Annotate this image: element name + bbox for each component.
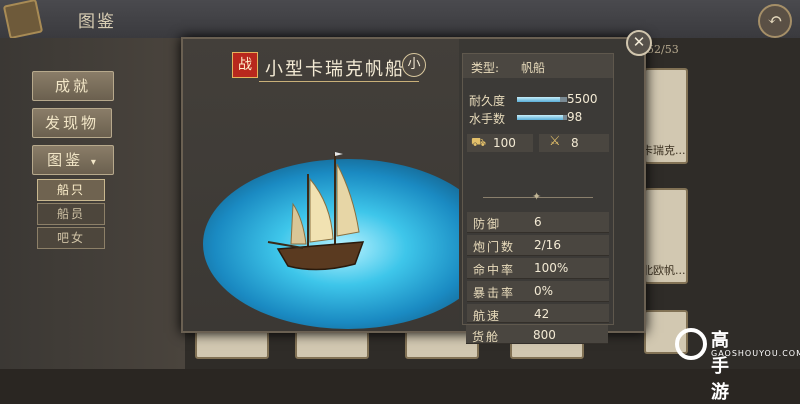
sailors-label: 水手数 xyxy=(469,112,506,126)
nav-achievement-button[interactable]: 成就 xyxy=(32,71,114,101)
codex-book-icon[interactable] xyxy=(2,0,44,40)
stat-row-cargo: 货舱 800 xyxy=(466,325,608,344)
ship-preview: 战 小型卡瑞克帆船 小 xyxy=(183,39,459,331)
nav-codex-label: 图鉴 xyxy=(47,151,84,169)
stat-label: 航速 xyxy=(473,309,502,323)
stat-row-crit-rate: 暴击率 0% xyxy=(467,281,609,302)
stat-row-hit-rate: 命中率 100% xyxy=(467,258,609,279)
sailors-bar xyxy=(517,115,567,120)
watermark-logo-icon xyxy=(675,328,707,360)
type-label: 类型: xyxy=(471,61,500,75)
durability-bar xyxy=(517,97,567,102)
close-button[interactable]: ✕ xyxy=(626,30,652,56)
cannon-small-box: ⚔ 8 xyxy=(539,134,609,152)
ship-name: 小型卡瑞克帆船 xyxy=(265,59,405,80)
stat-row-defense: 防御 6 xyxy=(467,212,609,233)
back-arrow-icon: ↶ xyxy=(767,10,783,31)
nav-sub-crew[interactable]: 船员 xyxy=(37,203,105,225)
stat-label: 炮门数 xyxy=(473,240,516,254)
cargo-small-box: ⛟ 100 xyxy=(467,134,533,152)
sailors-value: 98 xyxy=(567,110,583,124)
ship-card-label: 卡瑞克... xyxy=(642,144,686,157)
ship-card[interactable]: 北欧帆... xyxy=(642,188,688,284)
stat-value: 2/16 xyxy=(534,238,561,252)
durability-value: 5500 xyxy=(567,92,598,106)
stat-value: 800 xyxy=(533,328,556,342)
stat-label: 命中率 xyxy=(473,263,516,277)
watermark-domain: GAOSHOUYOU.COM xyxy=(711,349,800,358)
ship-card-label: 北欧帆... xyxy=(642,264,686,277)
stat-value: 0% xyxy=(534,284,554,298)
ship-model[interactable] xyxy=(263,144,373,274)
ship-size-badge: 小 xyxy=(402,53,426,77)
watermark-brand: 高手游 xyxy=(711,330,730,403)
stats-panel: 类型: 帆船 耐久度 5500 水手数 98 ⛟ 100 ⚔ 8 ✦ 防御 6 … xyxy=(462,53,614,325)
close-icon: ✕ xyxy=(632,33,646,51)
nav-sub-ships[interactable]: 船只 xyxy=(37,179,105,201)
cannon-small-value: 8 xyxy=(571,136,579,150)
stat-value: 100% xyxy=(534,261,569,275)
stat-row-cannon-ports: 炮门数 2/16 xyxy=(467,235,609,256)
stat-label: 暴击率 xyxy=(473,286,516,300)
sailors-bar-fill xyxy=(517,115,563,120)
cargo-small-value: 100 xyxy=(493,136,516,150)
ship-detail-dialog: 战 小型卡瑞克帆船 小 类型: 帆船 耐久度 5500 水手数 98 ⛟ 100… xyxy=(181,37,646,344)
stat-row-speed: 航速 42 xyxy=(467,304,609,323)
left-nav: 成就 发现物 图鉴 ▾ 船只 船员 吧女 xyxy=(0,38,185,369)
divider-ornament-icon: ✦ xyxy=(532,190,542,203)
chevron-down-icon: ▾ xyxy=(90,157,99,168)
war-badge: 战 xyxy=(232,52,258,78)
nav-discovery-button[interactable]: 发现物 xyxy=(32,108,112,138)
durability-bar-fill xyxy=(517,97,560,102)
type-row: 类型: 帆船 xyxy=(463,54,613,78)
name-underline xyxy=(259,81,419,82)
stat-label: 货舱 xyxy=(472,330,501,344)
stat-label: 防御 xyxy=(473,217,502,231)
page-title: 图鉴 xyxy=(78,12,116,32)
stat-value: 6 xyxy=(534,215,542,229)
cargo-icon: ⛟ xyxy=(471,135,487,149)
durability-label: 耐久度 xyxy=(469,94,506,108)
nav-sub-maid[interactable]: 吧女 xyxy=(37,227,105,249)
crossed-swords-icon: ⚔ xyxy=(549,134,561,149)
back-button[interactable]: ↶ xyxy=(758,4,792,38)
ship-card[interactable]: 卡瑞克... xyxy=(642,68,688,164)
stat-value: 42 xyxy=(534,307,550,321)
top-bar: 图鉴 ↶ xyxy=(0,0,800,40)
type-value: 帆船 xyxy=(521,61,546,75)
nav-codex-button[interactable]: 图鉴 ▾ xyxy=(32,145,114,175)
